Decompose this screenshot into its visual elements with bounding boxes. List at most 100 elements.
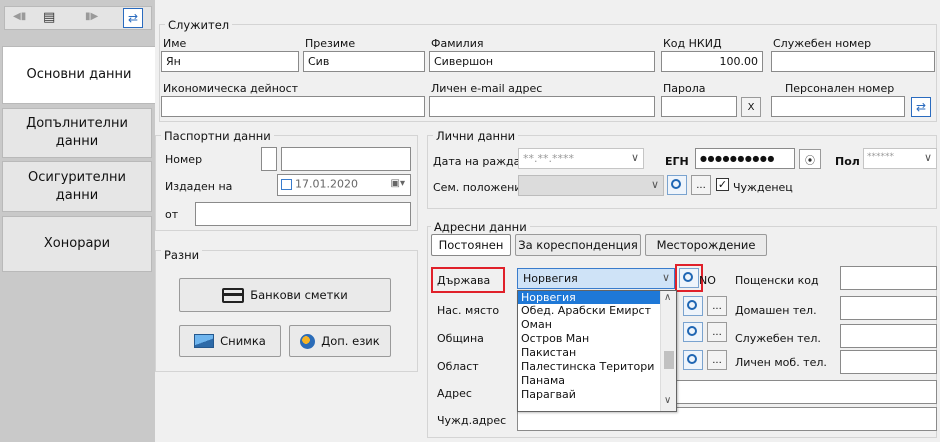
scrollbar-thumb[interactable] <box>664 351 674 369</box>
tab-correspondence-address[interactable]: За кореспонденция <box>515 234 641 256</box>
country-option[interactable]: Пакистан <box>518 346 660 360</box>
sidebar: ◀▮ ▤ ▮▶ ⇄ Основни данни Допълнителни дан… <box>0 0 155 442</box>
personal-group <box>427 135 937 209</box>
employee-title: Служител <box>165 18 233 32</box>
bank-accounts-label: Банкови сметки <box>250 288 348 302</box>
nkid-field[interactable]: 100.00 <box>661 51 763 72</box>
personal-number-swap-icon[interactable]: ⇄ <box>911 97 931 117</box>
last-name-field[interactable]: Сивершон <box>429 51 655 72</box>
passport-series-field[interactable] <box>261 147 277 171</box>
tab-basic-data[interactable]: Основни данни <box>2 46 155 104</box>
marital-status-more-button[interactable]: ... <box>691 175 711 195</box>
home-phone-field[interactable] <box>840 296 937 320</box>
region-search-button[interactable] <box>683 350 703 370</box>
marital-status-field[interactable]: ∨ <box>518 175 664 196</box>
photo-button[interactable]: Снимка <box>179 325 281 357</box>
country-option[interactable]: Панама <box>518 374 660 388</box>
dropdown-scrollbar[interactable]: ∧ ∨ <box>660 291 676 411</box>
email-field[interactable] <box>429 96 655 117</box>
password-field[interactable] <box>661 96 737 117</box>
address-title: Адресни данни <box>431 220 530 234</box>
region-more-button[interactable]: ... <box>707 350 727 370</box>
foreigner-checkbox[interactable]: ✓ <box>716 178 729 191</box>
gender-field[interactable]: ****** ∨ <box>863 148 937 169</box>
region-label: Област <box>437 360 479 373</box>
service-number-label: Служебен номер <box>773 37 872 50</box>
personal-number-field[interactable] <box>771 96 905 117</box>
mobile-phone-label: Личен моб. тел. <box>735 356 827 369</box>
service-number-field[interactable] <box>771 51 935 72</box>
work-phone-field[interactable] <box>840 324 937 348</box>
first-record-icon[interactable]: ◀▮ <box>13 11 26 22</box>
extra-language-button[interactable]: Доп. език <box>289 325 391 357</box>
marital-status-label: Сем. положение <box>433 181 529 194</box>
tab-fees[interactable]: Хонорари <box>2 216 152 272</box>
foreign-address-label: Чужд.адрес <box>437 414 507 427</box>
search-icon <box>687 354 697 364</box>
country-label: Държава <box>437 274 491 287</box>
swap-icon[interactable]: ⇄ <box>123 8 143 28</box>
misc-title: Разни <box>161 248 203 262</box>
search-icon <box>671 179 681 189</box>
egn-field[interactable]: ●●●●●●●●●● <box>695 148 795 169</box>
settlement-more-button[interactable]: ... <box>707 296 727 316</box>
issued-date-checkbox[interactable] <box>281 178 292 190</box>
economic-activity-label: Икономическа дейност <box>163 82 299 95</box>
country-select-value: Норвегия <box>523 272 578 285</box>
birth-date-field[interactable]: **.**.**** ∨ <box>518 148 644 169</box>
middle-name-label: Презиме <box>305 37 356 50</box>
photo-label: Снимка <box>220 334 266 348</box>
middle-name-field[interactable]: Сив <box>303 51 425 72</box>
country-option[interactable]: Остров Ман <box>518 332 660 346</box>
municipality-more-button[interactable]: ... <box>707 322 727 342</box>
economic-activity-field[interactable] <box>161 96 425 117</box>
country-dropdown-list[interactable]: Норвегия Обед. Арабски Емирст Оман Остро… <box>517 290 677 412</box>
municipality-search-button[interactable] <box>683 322 703 342</box>
birth-date-chevron-icon: ∨ <box>630 151 639 164</box>
next-record-icon[interactable]: ▮▶ <box>85 11 98 22</box>
tab-additional-data[interactable]: Допълнителни данни <box>2 108 152 158</box>
email-label: Личен e-mail адрес <box>431 82 543 95</box>
country-option[interactable]: Палестинска Територи <box>518 360 660 374</box>
calendar-icon[interactable]: ▣▾ <box>391 178 405 189</box>
search-icon <box>687 300 697 310</box>
marital-status-search-button[interactable] <box>667 175 687 195</box>
issued-by-label: от <box>165 208 179 221</box>
search-icon <box>687 326 697 336</box>
address-label: Адрес <box>437 387 472 400</box>
tab-insurance-data[interactable]: Осигурителни данни <box>2 161 152 212</box>
country-option[interactable]: Обед. Арабски Емирст <box>518 304 660 318</box>
postal-code-field[interactable] <box>840 266 937 290</box>
extra-language-label: Доп. език <box>321 334 380 348</box>
country-option[interactable]: Норвегия <box>518 291 660 304</box>
tab-birthplace[interactable]: Месторождение <box>645 234 767 256</box>
last-name-label: Фамилия <box>431 37 484 50</box>
country-code: NO <box>699 274 716 287</box>
search-icon <box>683 272 693 282</box>
work-phone-label: Служебен тел. <box>735 332 821 345</box>
settlement-label: Нас. място <box>437 304 500 317</box>
scroll-up-icon[interactable]: ∧ <box>664 292 671 303</box>
clear-password-button[interactable]: X <box>741 97 761 117</box>
country-option[interactable]: Парагвай <box>518 388 660 402</box>
issued-date-field[interactable]: 17.01.2020 ▣▾ <box>277 174 411 196</box>
personal-number-label: Персонален номер <box>785 82 895 95</box>
photo-icon <box>194 334 215 348</box>
scroll-down-icon[interactable]: ∨ <box>664 395 671 406</box>
marital-status-chevron-icon: ∨ <box>650 178 659 191</box>
print-icon[interactable]: ▤ <box>43 10 55 25</box>
globe-icon <box>300 333 316 349</box>
show-egn-icon[interactable]: ⦿ <box>799 149 821 169</box>
country-option[interactable]: Оман <box>518 318 660 332</box>
egn-label: ЕГН <box>665 155 689 168</box>
settlement-search-button[interactable] <box>683 296 703 316</box>
bank-accounts-button[interactable]: Банкови сметки <box>179 278 391 312</box>
tab-permanent-address[interactable]: Постоянен <box>431 234 511 256</box>
passport-number-field[interactable] <box>281 147 411 171</box>
mobile-phone-field[interactable] <box>840 350 937 374</box>
first-name-field[interactable]: Ян <box>161 51 299 72</box>
passport-title: Паспортни данни <box>161 129 274 143</box>
issued-by-field[interactable] <box>195 202 411 226</box>
country-select[interactable]: Норвегия ∨ <box>517 268 675 289</box>
country-search-button[interactable] <box>679 268 699 288</box>
